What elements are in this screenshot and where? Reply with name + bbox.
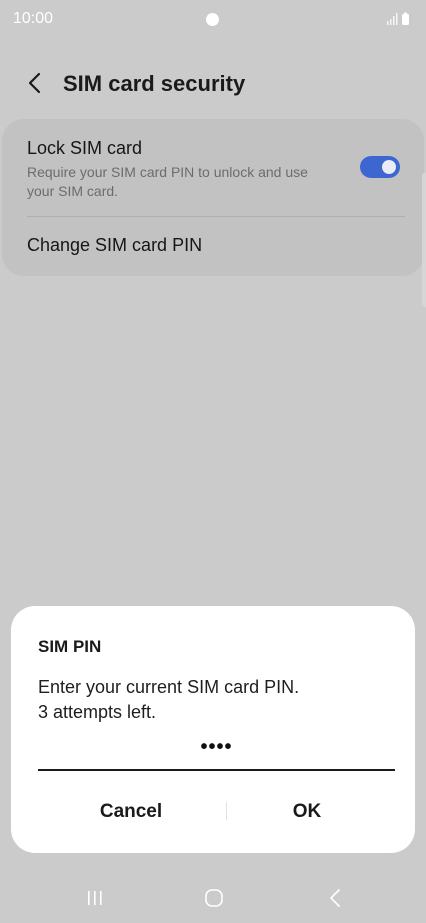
app-header: SIM card security (0, 60, 426, 110)
cancel-button[interactable]: Cancel (31, 791, 231, 833)
page-title: SIM card security (63, 71, 246, 96)
home-icon (205, 889, 223, 907)
status-bar: 10:00 (0, 0, 426, 40)
status-icons (384, 11, 414, 27)
status-time: 10:00 (13, 10, 54, 27)
back-icon (330, 889, 340, 907)
navigation-bar (0, 875, 426, 923)
nav-recents-button[interactable] (75, 883, 115, 913)
dialog-message-line1: Enter your current SIM card PIN. (38, 677, 300, 697)
nav-back-button[interactable] (315, 883, 355, 913)
sim-pin-dialog: SIM PIN Enter your current SIM card PIN.… (11, 606, 415, 853)
dialog-message-line2: 3 attempts left. (38, 702, 157, 722)
change-sim-pin-row[interactable]: Change SIM card PIN (2, 217, 424, 276)
recents-icon (88, 891, 102, 905)
nav-home-button[interactable] (194, 883, 234, 913)
chevron-left-icon (28, 72, 41, 94)
back-button[interactable] (18, 66, 52, 100)
change-sim-pin-label: Change SIM card PIN (27, 235, 203, 255)
toggle-knob (382, 160, 396, 174)
signal-icon (387, 12, 409, 25)
pin-input-value: •••• (200, 736, 233, 758)
lock-sim-card-description: Require your SIM card PIN to unlock and … (27, 164, 308, 199)
ok-button[interactable]: OK (207, 791, 407, 833)
battery-icon (402, 14, 409, 25)
lock-sim-card-row[interactable]: Lock SIM card Require your SIM card PIN … (2, 119, 424, 215)
dialog-message: Enter your current SIM card PIN. 3 attem… (38, 675, 398, 725)
notification-dot-icon (206, 13, 219, 26)
lock-sim-card-title: Lock SIM card (27, 138, 143, 158)
settings-card: Lock SIM card Require your SIM card PIN … (2, 119, 424, 276)
dialog-title: SIM PIN (38, 637, 102, 656)
dialog-buttons: Cancel OK (11, 791, 415, 833)
lock-sim-card-toggle[interactable] (360, 156, 400, 178)
scroll-indicator (422, 173, 426, 307)
pin-input[interactable]: •••• (38, 734, 395, 771)
